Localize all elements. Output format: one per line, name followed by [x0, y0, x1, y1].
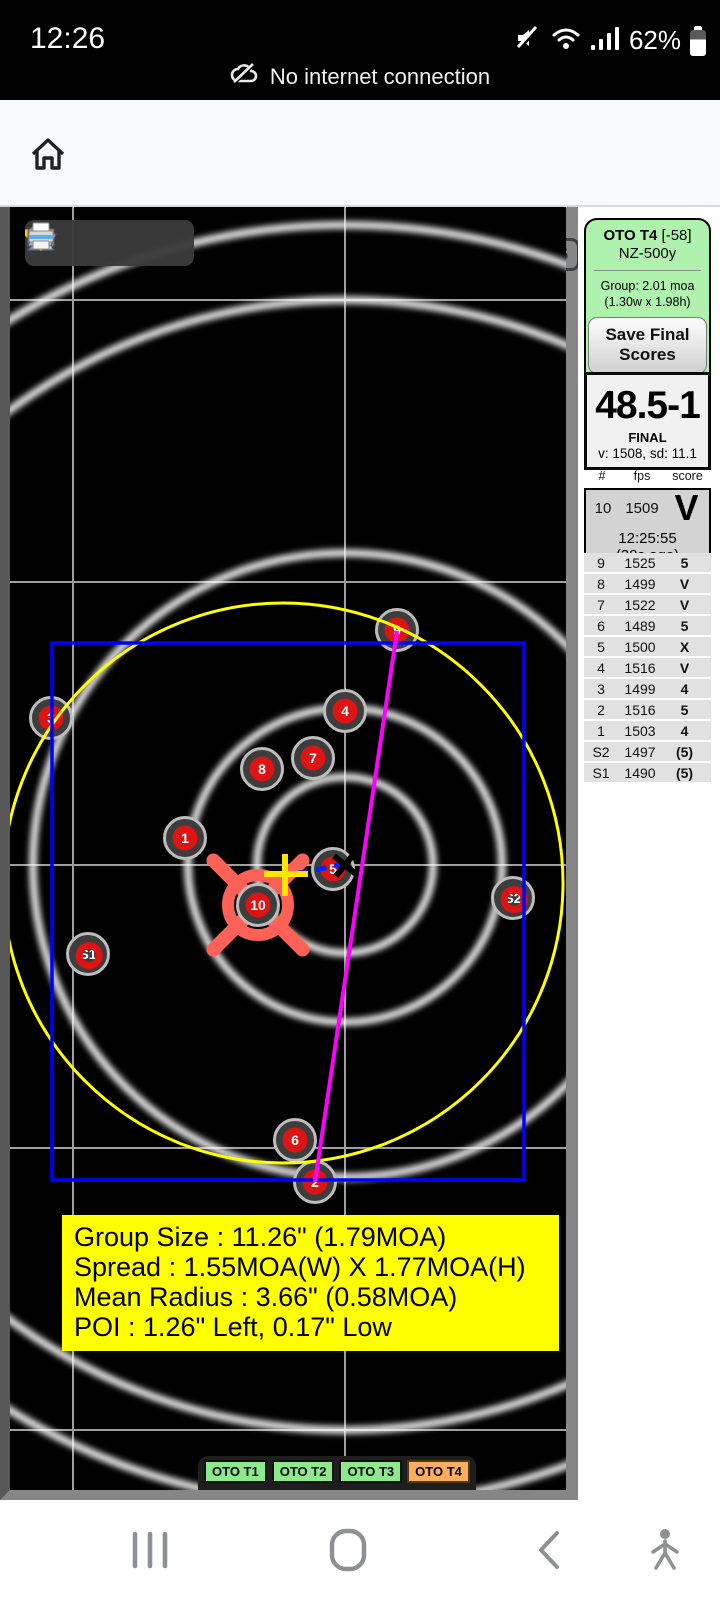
no-internet-banner: No internet connection	[0, 62, 720, 92]
spread-box	[52, 643, 524, 1180]
divider	[594, 270, 701, 271]
target-tab-bar: OTO T1OTO T2OTO T3OTO T4	[198, 1456, 476, 1490]
score-row-3[interactable]: 314994	[584, 679, 711, 700]
tab-oto-t4[interactable]: OTO T4	[407, 1460, 470, 1483]
mute-icon	[514, 24, 542, 57]
extreme-spread-line	[315, 631, 397, 1182]
score-row-7[interactable]: 71522V	[584, 595, 711, 616]
group-moa: Group: 2.01 moa	[588, 279, 707, 293]
score-row-2[interactable]: 215165	[584, 700, 711, 721]
folder-icon[interactable]	[113, 227, 146, 260]
save-final-scores-button[interactable]: Save Final Scores	[588, 317, 707, 374]
poi-cross	[264, 854, 308, 896]
home-button[interactable]	[308, 1500, 388, 1600]
recents-button[interactable]	[110, 1500, 190, 1600]
notes-icon[interactable]	[73, 227, 106, 260]
score-table-header: # fps score	[584, 469, 711, 483]
latest-shot-score: V	[664, 493, 709, 524]
velocity-sd: v: 1508, sd: 11.1	[587, 446, 708, 461]
score-sidebar: OTO T4 [-58] NZ-500y Group: 2.01 moa (1.…	[578, 207, 720, 1500]
latest-shot-number: 10	[586, 500, 620, 517]
latest-shot-fps: 1509	[620, 500, 664, 517]
stats-line: Mean Radius : 3.66" (0.58MOA)	[74, 1282, 547, 1312]
signal-icon	[590, 24, 620, 57]
score-row-1[interactable]: 115034	[584, 721, 711, 742]
stats-line: Group Size : 11.26" (1.79MOA)	[74, 1222, 547, 1252]
tab-oto-t3[interactable]: OTO T3	[339, 1460, 402, 1483]
session-title: OTO T4 [-58]	[588, 227, 707, 244]
target-frame: 934781510S2S162 Group Size : 11.26" (1.7…	[0, 207, 578, 1500]
battery-icon	[690, 26, 706, 56]
wifi-icon	[551, 25, 581, 56]
score-row-S1[interactable]: S11490(5)	[584, 763, 711, 784]
score-row-8[interactable]: 81499V	[584, 574, 711, 595]
score-table: 91525581499V71522V61489551500X41516V3149…	[584, 553, 711, 784]
group-dims: (1.30w x 1.98h)	[588, 295, 707, 309]
back-button[interactable]	[508, 1500, 588, 1600]
score-row-6[interactable]: 614895	[584, 616, 711, 637]
app-toolbar	[25, 220, 194, 266]
stats-line: POI : 1.26" Left, 0.17" Low	[74, 1312, 547, 1342]
score-row-5[interactable]: 51500X	[584, 637, 711, 658]
tab-oto-t2[interactable]: OTO T2	[272, 1460, 335, 1483]
total-score-panel: 48.5-1 FINAL v: 1508, sd: 11.1	[584, 372, 711, 470]
target-canvas[interactable]: 934781510S2S162 Group Size : 11.26" (1.7…	[10, 207, 566, 1490]
clock: 12:26	[30, 22, 105, 56]
battery-percent: 62%	[629, 25, 681, 56]
final-label: FINAL	[587, 430, 708, 445]
group-stats-box: Group Size : 11.26" (1.79MOA)Spread : 1.…	[62, 1215, 559, 1351]
score-row-9[interactable]: 915255	[584, 553, 711, 574]
stats-line: Spread : 1.55MOA(W) X 1.77MOA(H)	[74, 1252, 547, 1282]
score-row-S2[interactable]: S21497(5)	[584, 742, 711, 763]
android-nav-bar	[0, 1500, 720, 1600]
accessibility-button[interactable]	[625, 1500, 705, 1600]
browser-toolbar: 192.168.0.47 5	[0, 100, 720, 207]
status-bar: 12:26 62% No internet connection	[0, 0, 720, 100]
latest-shot-time: 12:25:55	[586, 530, 709, 547]
no-internet-text: No internet connection	[270, 64, 490, 90]
tab-oto-t1[interactable]: OTO T1	[204, 1460, 267, 1483]
score-row-4[interactable]: 41516V	[584, 658, 711, 679]
cloud-off-icon	[230, 62, 258, 92]
session-panel: OTO T4 [-58] NZ-500y Group: 2.01 moa (1.…	[584, 218, 711, 385]
printer-icon[interactable]	[153, 227, 186, 260]
session-range: NZ-500y	[588, 245, 707, 262]
total-score: 48.5-1	[587, 384, 708, 428]
home-icon[interactable]	[27, 132, 69, 179]
